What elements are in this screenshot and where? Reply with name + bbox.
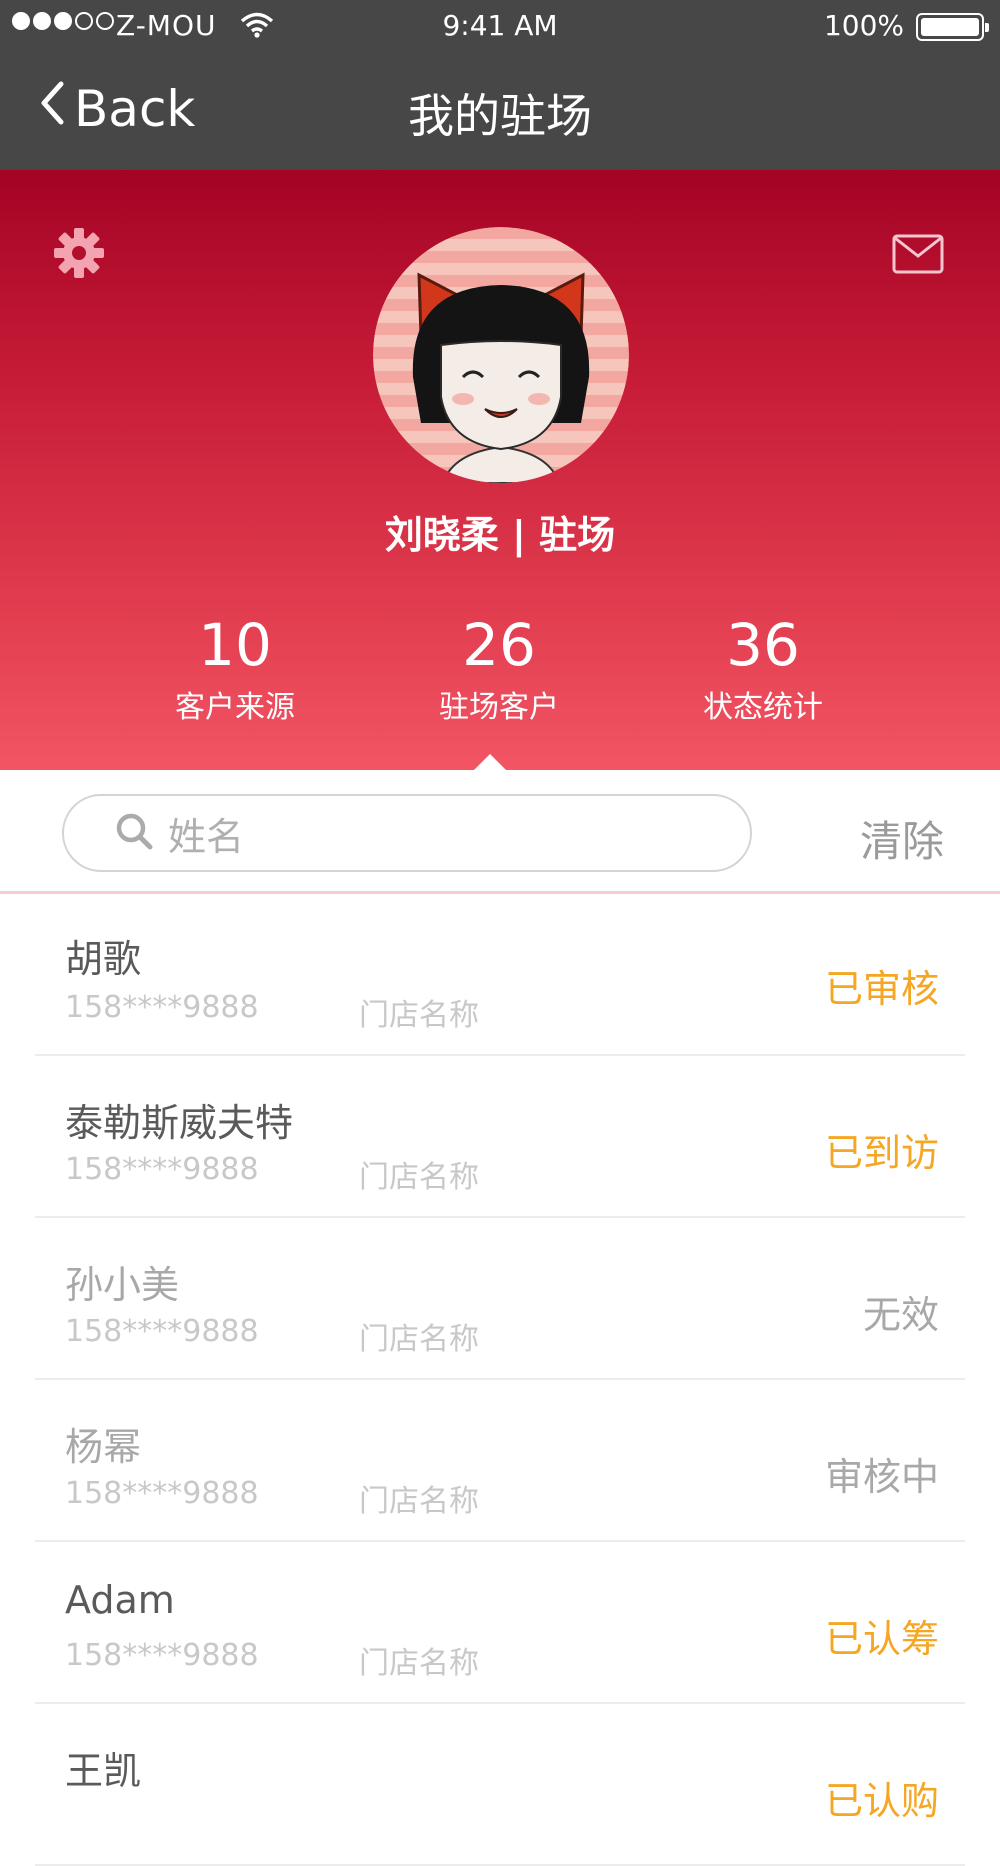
battery-percent: 100%: [823, 9, 904, 42]
status-badge: 已认购: [824, 1779, 939, 1823]
stat-label: 状态统计: [703, 690, 823, 725]
stat-value: 26: [462, 611, 536, 679]
search-input[interactable]: 姓名: [62, 794, 752, 872]
customer-name: 孙小美: [65, 1263, 180, 1307]
customer-name: 杨幂: [65, 1425, 142, 1469]
list-item[interactable]: 胡歌 158****9888 门店名称 已审核: [35, 894, 965, 1056]
status-badge: 已认筹: [824, 1617, 939, 1661]
active-tab-pointer: [474, 754, 506, 770]
customer-name: 王凯: [65, 1749, 142, 1793]
status-badge: 已审核: [824, 967, 939, 1011]
stat-value: 10: [198, 611, 272, 679]
customer-phone: 158****9888: [65, 1152, 259, 1187]
customer-phone: 158****9888: [65, 1476, 259, 1511]
status-badge: 无效: [862, 1293, 939, 1337]
customer-phone: 158****9888: [65, 990, 259, 1025]
customer-store: 门店名称: [359, 1484, 479, 1519]
stat-label: 驻场客户: [439, 690, 559, 725]
status-badge: 审核中: [824, 1455, 939, 1499]
customer-name: 胡歌: [65, 937, 142, 981]
nav-bar: Back 我的驻场: [0, 56, 1000, 170]
clear-button[interactable]: 清除: [860, 808, 944, 869]
stat-customer-source[interactable]: 10 客户来源: [115, 610, 355, 726]
stat-value: 36: [726, 611, 800, 679]
avatar[interactable]: [373, 227, 629, 483]
customer-store: 门店名称: [359, 998, 479, 1033]
search-bar: 姓名 清除: [0, 770, 1000, 894]
stats-row: 10 客户来源 26 驻场客户 36 状态统计: [0, 610, 1000, 770]
stat-label: 客户来源: [175, 690, 295, 725]
customer-store: 门店名称: [359, 1646, 479, 1681]
customer-list: 胡歌 158****9888 门店名称 已审核泰勒斯威夫特 158****9888 门店名…: [0, 894, 1000, 1866]
list-item[interactable]: Adam 158****9888 门店名称 已认筹: [35, 1542, 965, 1704]
search-placeholder: 姓名: [168, 814, 245, 859]
back-label: Back: [74, 80, 196, 138]
stat-onsite-customers[interactable]: 26 驻场客户: [379, 610, 619, 726]
list-item[interactable]: 泰勒斯威夫特 158****9888 门店名称 已到访: [35, 1056, 965, 1218]
customer-store: 门店名称: [359, 1322, 479, 1357]
list-item[interactable]: 王凯已认购: [35, 1704, 965, 1866]
customer-store: 门店名称: [359, 1160, 479, 1195]
customer-name: 泰勒斯威夫特: [65, 1101, 294, 1145]
back-button[interactable]: Back: [38, 80, 195, 138]
search-icon: [114, 811, 154, 855]
list-item[interactable]: 杨幂 158****9888 门店名称 审核中: [35, 1380, 965, 1542]
battery-icon: [916, 13, 989, 41]
list-item[interactable]: 孙小美 158****9888 门店名称 无效: [35, 1218, 965, 1380]
stat-status-summary[interactable]: 36 状态统计: [643, 610, 883, 726]
back-chevron-icon: [38, 80, 66, 138]
customer-phone: 158****9888: [65, 1314, 259, 1349]
status-bar: Z-MOU 9:41 AM 100%: [0, 0, 1000, 56]
profile-header: 刘晓柔 | 驻场 10 客户来源 26 驻场客户 36 状态统计: [0, 170, 1000, 770]
customer-name: Adam: [65, 1578, 175, 1622]
customer-phone: 158****9888: [65, 1638, 259, 1673]
gear-icon[interactable]: [52, 226, 106, 284]
profile-name: 刘晓柔 | 驻场: [384, 513, 616, 557]
mail-icon[interactable]: [892, 234, 944, 278]
status-badge: 已到访: [824, 1131, 939, 1175]
